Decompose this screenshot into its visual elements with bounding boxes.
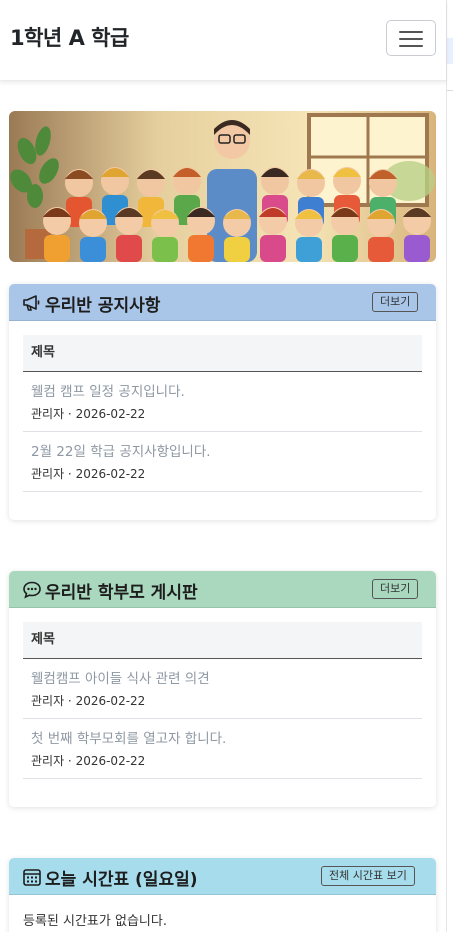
hamburger-icon-bar [399, 38, 423, 40]
timetable-card: 오늘 시간표 (일요일) 전체 시간표 보기 등록된 시간표가 없습니다. [9, 858, 436, 932]
parent-board-row-meta: 관리자 · 2026-02-22 [31, 694, 146, 708]
timetable-empty-message: 등록된 시간표가 없습니다. [23, 914, 167, 929]
rail-divider [447, 90, 453, 91]
parent-board-table: 제목 웰컴캠프 아이들 식사 관련 의견 관리자 · 2026-02-22 첫 … [23, 622, 422, 779]
notice-row[interactable]: 웰컴 캠프 일정 공지입니다. 관리자 · 2026-02-22 [23, 372, 422, 432]
notice-row-title[interactable]: 웰컴 캠프 일정 공지입니다. [31, 380, 185, 400]
notice-row-meta: 관리자 · 2026-02-22 [31, 407, 146, 421]
rail-tab [447, 38, 453, 64]
megaphone-icon [23, 295, 40, 311]
notice-row-title[interactable]: 2월 22일 학급 공지사항입니다. [31, 440, 211, 460]
notice-row[interactable]: 2월 22일 학급 공지사항입니다. 관리자 · 2026-02-22 [23, 432, 422, 492]
chat-bubble-icon [23, 581, 41, 599]
class-banner-image [9, 111, 436, 262]
timetable-card-header: 오늘 시간표 (일요일) 전체 시간표 보기 [9, 858, 436, 895]
menu-toggle-button[interactable] [386, 20, 436, 56]
notice-table: 제목 웰컴 캠프 일정 공지입니다. 관리자 · 2026-02-22 2월 2… [23, 335, 422, 492]
notice-more-button[interactable]: 더보기 [372, 292, 419, 312]
notice-card-header: 우리반 공지사항 더보기 [9, 284, 436, 321]
parent-board-row-title[interactable]: 첫 번째 학부모회를 열고자 합니다. [31, 727, 226, 747]
right-scroll-rail [446, 0, 453, 932]
notice-table-header: 제목 [23, 335, 422, 372]
parent-board-table-header: 제목 [23, 622, 422, 659]
top-navbar: 1학년 A 학급 [0, 0, 446, 81]
parent-board-row[interactable]: 첫 번째 학부모회를 열고자 합니다. 관리자 · 2026-02-22 [23, 719, 422, 779]
calendar-icon [23, 869, 41, 886]
parent-board-more-button[interactable]: 더보기 [372, 579, 419, 599]
hamburger-icon [399, 31, 423, 33]
notice-card: 우리반 공지사항 더보기 제목 웰컴 캠프 일정 공지입니다. 관리자 · 20… [9, 284, 436, 520]
parent-board-row-title[interactable]: 웰컴캠프 아이들 식사 관련 의견 [31, 667, 210, 687]
parent-board-card-title: 우리반 학부모 게시판 [45, 583, 198, 603]
hamburger-icon-bar [399, 45, 423, 47]
parent-board-card-header: 우리반 학부모 게시판 더보기 [9, 571, 436, 608]
parent-board-row-meta: 관리자 · 2026-02-22 [31, 754, 146, 768]
notice-row-meta: 관리자 · 2026-02-22 [31, 467, 146, 481]
class-brand-title[interactable]: 1학년 A 학급 [10, 22, 129, 52]
timetable-card-title: 오늘 시간표 (일요일) [45, 870, 198, 890]
full-timetable-button[interactable]: 전체 시간표 보기 [321, 866, 415, 886]
parent-board-row[interactable]: 웰컴캠프 아이들 식사 관련 의견 관리자 · 2026-02-22 [23, 659, 422, 719]
notice-card-title: 우리반 공지사항 [45, 296, 161, 316]
parent-board-card: 우리반 학부모 게시판 더보기 제목 웰컴캠프 아이들 식사 관련 의견 관리자… [9, 571, 436, 807]
